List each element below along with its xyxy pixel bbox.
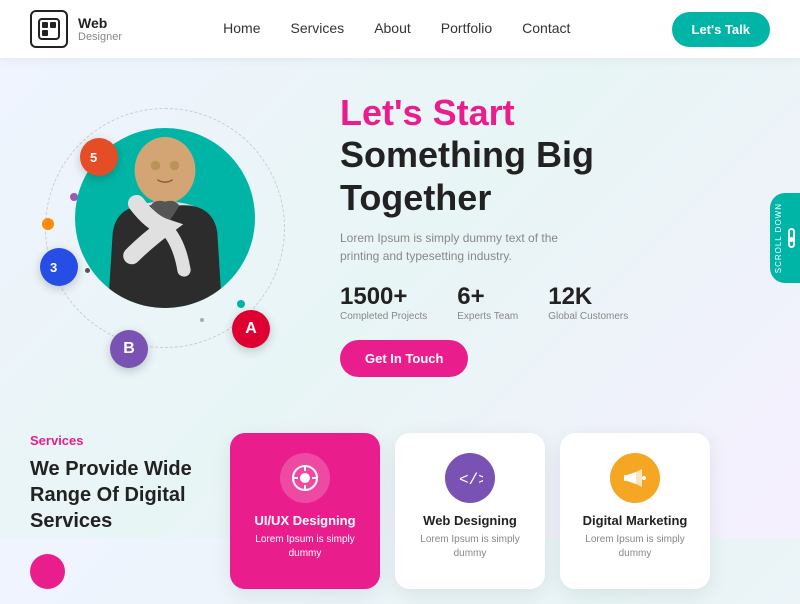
- scroll-mouse-icon: [788, 228, 795, 248]
- webdesign-name: Web Designing: [423, 513, 517, 528]
- badge-angular: A: [232, 310, 270, 348]
- hero-title-pink: Let's Start: [340, 93, 750, 133]
- scroll-down-label: Scroll Down: [774, 203, 783, 273]
- badge-html5: 5: [80, 138, 118, 176]
- hero-content: Let's Start Something Big Together Lorem…: [320, 78, 770, 408]
- stat-customers-number: 12K: [548, 283, 628, 311]
- brand-name: Web: [78, 15, 122, 31]
- hero-section: 5 3 A B Let's Start Something Big Togeth…: [0, 58, 800, 418]
- scroll-down-indicator[interactable]: Scroll Down: [770, 193, 800, 283]
- service-card-marketing[interactable]: Digital Marketing Lorem Ipsum is simply …: [560, 433, 710, 589]
- webdesign-icon-circle: </>: [445, 453, 495, 503]
- stat-projects: 1500+ Completed Projects: [340, 283, 427, 322]
- service-card-uiux[interactable]: UI/UX Designing Lorem Ipsum is simply du…: [230, 433, 380, 589]
- service-card-webdesign[interactable]: </> Web Designing Lorem Ipsum is simply …: [395, 433, 545, 589]
- nav-links: Home Services About Portfolio Contact: [223, 20, 570, 38]
- uiux-icon-circle: [280, 453, 330, 503]
- nav-item-portfolio[interactable]: Portfolio: [441, 20, 492, 38]
- dot-orange: [42, 218, 54, 230]
- cta-button[interactable]: Let's Talk: [672, 12, 770, 47]
- nav-link-services: Services: [291, 20, 345, 36]
- nav-link-home: Home: [223, 20, 260, 36]
- marketing-icon-circle: [610, 453, 660, 503]
- services-intro: Services We Provide Wide Range Of Digita…: [30, 433, 210, 589]
- marketing-desc: Lorem Ipsum is simply dummy: [575, 533, 695, 561]
- services-title: We Provide Wide Range Of Digital Service…: [30, 456, 210, 534]
- stat-customers: 12K Global Customers: [548, 283, 628, 322]
- nav-item-contact[interactable]: Contact: [522, 20, 570, 38]
- svg-text:</>: </>: [459, 471, 483, 489]
- stat-team: 6+ Experts Team: [457, 283, 518, 322]
- logo: Web Designer: [30, 10, 122, 48]
- webdesign-desc: Lorem Ipsum is simply dummy: [410, 533, 530, 561]
- badge-bootstrap: B: [110, 330, 148, 368]
- stat-team-label: Experts Team: [457, 311, 518, 322]
- service-cards-container: UI/UX Designing Lorem Ipsum is simply du…: [230, 433, 770, 589]
- brand-sub: Designer: [78, 31, 122, 43]
- services-intro-circle: [30, 554, 65, 589]
- nav-link-about: About: [374, 20, 411, 36]
- navbar: Web Designer Home Services About Portfol…: [0, 0, 800, 58]
- stats-container: 1500+ Completed Projects 6+ Experts Team…: [340, 283, 750, 322]
- svg-text:5: 5: [90, 150, 97, 165]
- marketing-name: Digital Marketing: [583, 513, 688, 528]
- hero-description: Lorem Ipsum is simply dummy text of the …: [340, 229, 580, 265]
- logo-text: Web Designer: [78, 15, 122, 43]
- nav-link-contact: Contact: [522, 20, 570, 36]
- nav-link-portfolio: Portfolio: [441, 20, 492, 36]
- orbit-container: 5 3 A B: [30, 88, 300, 378]
- nav-item-about[interactable]: About: [374, 20, 411, 38]
- dot-purple: [70, 193, 78, 201]
- stat-team-number: 6+: [457, 283, 518, 311]
- uiux-name: UI/UX Designing: [254, 513, 355, 528]
- stat-customers-label: Global Customers: [548, 311, 628, 322]
- badge-css3: 3: [40, 248, 78, 286]
- hero-title-line2: Together: [340, 177, 491, 218]
- services-section: Services We Provide Wide Range Of Digita…: [0, 418, 800, 604]
- get-in-touch-button[interactable]: Get In Touch: [340, 340, 468, 377]
- dot-dark: [85, 268, 90, 273]
- uiux-desc: Lorem Ipsum is simply dummy: [245, 533, 365, 561]
- dot-gray: [200, 318, 204, 322]
- logo-icon: [30, 10, 68, 48]
- hero-title-line1: Something Big: [340, 134, 594, 175]
- services-label: Services: [30, 433, 210, 448]
- hero-illustration: 5 3 A B: [30, 78, 320, 408]
- stat-projects-label: Completed Projects: [340, 311, 427, 322]
- nav-item-home[interactable]: Home: [223, 20, 260, 38]
- hero-title-black: Something Big Together: [340, 133, 750, 219]
- dot-teal: [237, 300, 245, 308]
- nav-item-services[interactable]: Services: [291, 20, 345, 38]
- stat-projects-number: 1500+: [340, 283, 427, 311]
- svg-text:3: 3: [50, 260, 57, 275]
